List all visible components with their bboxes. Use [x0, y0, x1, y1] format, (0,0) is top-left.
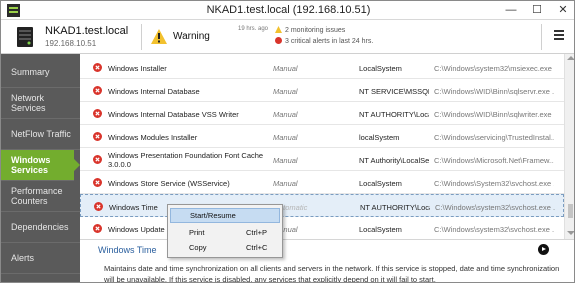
minimize-button[interactable]: — [498, 1, 524, 20]
service-name: Windows Installer [108, 64, 167, 73]
divider [541, 24, 542, 50]
sidebar-item-network-services[interactable]: Network Services [1, 88, 80, 119]
service-path: C:\Windows\system32\msiexec.exe /V [434, 64, 554, 73]
startup-type: Manual [273, 179, 298, 188]
sidebar-item-alerts[interactable]: Alerts [1, 243, 80, 274]
table-row[interactable]: Windows Presentation Foundation Font Cac… [80, 148, 564, 171]
status-time: 19 hrs. ago [238, 26, 269, 32]
service-path: C:\Windows\WID\Binn\sqlservr.exe ... [434, 87, 554, 96]
menu-icon[interactable] [554, 30, 564, 40]
stopped-icon [93, 155, 102, 164]
service-path: C:\Windows\WID\Binn\sqlwriter.exe [434, 110, 552, 119]
sidebar-item-dependencies[interactable]: Dependencies [1, 212, 80, 243]
logon-account: LocalSystem [359, 225, 402, 234]
table-row[interactable]: Windows Internal Database VSS Writer Man… [80, 102, 564, 125]
menu-item-start-resume[interactable]: Start/Resume [170, 208, 280, 223]
startup-type: Manual [273, 64, 298, 73]
service-name: Windows Internal Database VSS Writer [108, 110, 239, 119]
stopped-icon [93, 132, 102, 141]
menu-item-print[interactable]: Print Ctrl+P [170, 225, 280, 240]
logon-account: NT AUTHORITY\LocalS... [359, 110, 429, 119]
sidebar-item-windows-services[interactable]: Windows Services [1, 150, 80, 181]
service-name: Windows Modules Installer [108, 133, 198, 142]
table-row[interactable]: Windows Update Manual LocalSystem C:\Win… [80, 217, 564, 239]
detail-description: Maintains date and time synchronization … [104, 264, 560, 283]
critical-alerts[interactable]: 3 critical alerts in last 24 hrs. [275, 37, 373, 45]
title-bar: NKAD1.test.local (192.168.10.51) — ☐ ✕ [1, 1, 574, 20]
stopped-icon [93, 109, 102, 118]
server-icon [17, 27, 33, 47]
close-button[interactable]: ✕ [550, 1, 574, 20]
service-path: C:\Windows\system32\svchost.exe ... [435, 203, 555, 212]
logon-account: localSystem [359, 133, 400, 142]
warning-small-icon [275, 26, 282, 33]
monitoring-issues-text: 2 monitoring issues [285, 27, 346, 34]
hostname: NKAD1.test.local [45, 25, 129, 37]
logon-account: LocalSystem [359, 179, 402, 188]
divider [141, 24, 142, 50]
logon-account: LocalSystem [359, 64, 402, 73]
table-row[interactable]: Windows Modules Installer Manual localSy… [80, 125, 564, 148]
scroll-thumb[interactable] [568, 204, 573, 218]
scroll-up-icon[interactable] [567, 56, 574, 60]
service-detail-pane: Windows Time Maintains date and time syn… [80, 239, 574, 283]
sidebar-item-summary[interactable]: Summary [1, 57, 80, 88]
startup-type: Manual [273, 133, 298, 142]
logon-account: NT SERVICE\MSSQLS... [359, 87, 429, 96]
service-name: Windows Internal Database [108, 87, 200, 96]
menu-item-shortcut: Ctrl+C [246, 243, 268, 252]
node-header: NKAD1.test.local 192.168.10.51 Warning 1… [1, 20, 574, 54]
table-row[interactable]: Windows Store Service (WSService) Manual… [80, 171, 564, 194]
service-path: C:\Windows\System32\svchost.exe ... [434, 179, 554, 188]
app-window: NKAD1.test.local (192.168.10.51) — ☐ ✕ N… [0, 0, 575, 283]
menu-item-shortcut: Ctrl+P [246, 228, 268, 237]
table-row[interactable]: Windows Internal Database Manual NT SERV… [80, 79, 564, 102]
warning-icon [151, 29, 167, 44]
logon-account: NT AUTHORITY\LocalS... [360, 203, 430, 212]
service-path: C:\Windows\servicing\TrustedInstal... [434, 133, 554, 142]
sidebar-nav: Summary Network Services NetFlow Traffic… [1, 54, 80, 282]
stopped-icon [93, 224, 102, 233]
critical-alerts-text: 3 critical alerts in last 24 hrs. [285, 38, 374, 45]
menu-item-label: Print [189, 228, 205, 237]
error-small-icon [275, 37, 282, 44]
scroll-down-icon[interactable] [567, 231, 574, 235]
menu-item-label: Copy [189, 243, 207, 252]
sidebar-item-label: Performance Counters [11, 186, 63, 206]
stopped-icon [93, 86, 102, 95]
startup-type: Manual [273, 156, 298, 165]
sidebar-item-label: Windows Services [11, 155, 51, 175]
stopped-icon [93, 63, 102, 72]
service-name: Windows Presentation Foundation Font Cac… [108, 151, 264, 169]
context-menu: Start/Resume Print Ctrl+P Copy Ctrl+C [167, 204, 283, 258]
table-row-selected[interactable]: Windows Time Automatic NT AUTHORITY\Loca… [80, 194, 564, 217]
maximize-button[interactable]: ☐ [524, 1, 550, 20]
vertical-scrollbar[interactable] [564, 54, 574, 239]
status-label: Warning [173, 31, 210, 42]
sidebar-item-netflow-traffic[interactable]: NetFlow Traffic [1, 119, 80, 150]
stopped-icon [94, 202, 103, 211]
detail-title: Windows Time [98, 245, 157, 255]
logon-account: NT Authority\LocalSer... [359, 156, 429, 165]
ip-address: 192.168.10.51 [45, 39, 97, 48]
service-path: C:\Windows\system32\svchost.exe ... [434, 225, 554, 234]
startup-type: Manual [273, 87, 298, 96]
monitoring-issues[interactable]: 2 monitoring issues [275, 26, 345, 34]
startup-type: Manual [273, 110, 298, 119]
service-path: C:\Windows\Microsoft.Net\Framew... [434, 156, 554, 165]
menu-item-label: Start/Resume [190, 211, 236, 220]
table-row[interactable]: Windows Installer Manual LocalSystem C:\… [80, 56, 564, 79]
window-title: NKAD1.test.local (192.168.10.51) [206, 4, 371, 16]
services-table: Windows Installer Manual LocalSystem C:\… [80, 54, 564, 239]
service-name: Windows Store Service (WSService) [108, 179, 230, 188]
stopped-icon [93, 178, 102, 187]
sidebar-item-performance-counters[interactable]: Performance Counters [1, 181, 80, 212]
play-icon[interactable] [538, 244, 549, 255]
menu-item-copy[interactable]: Copy Ctrl+C [170, 240, 280, 255]
